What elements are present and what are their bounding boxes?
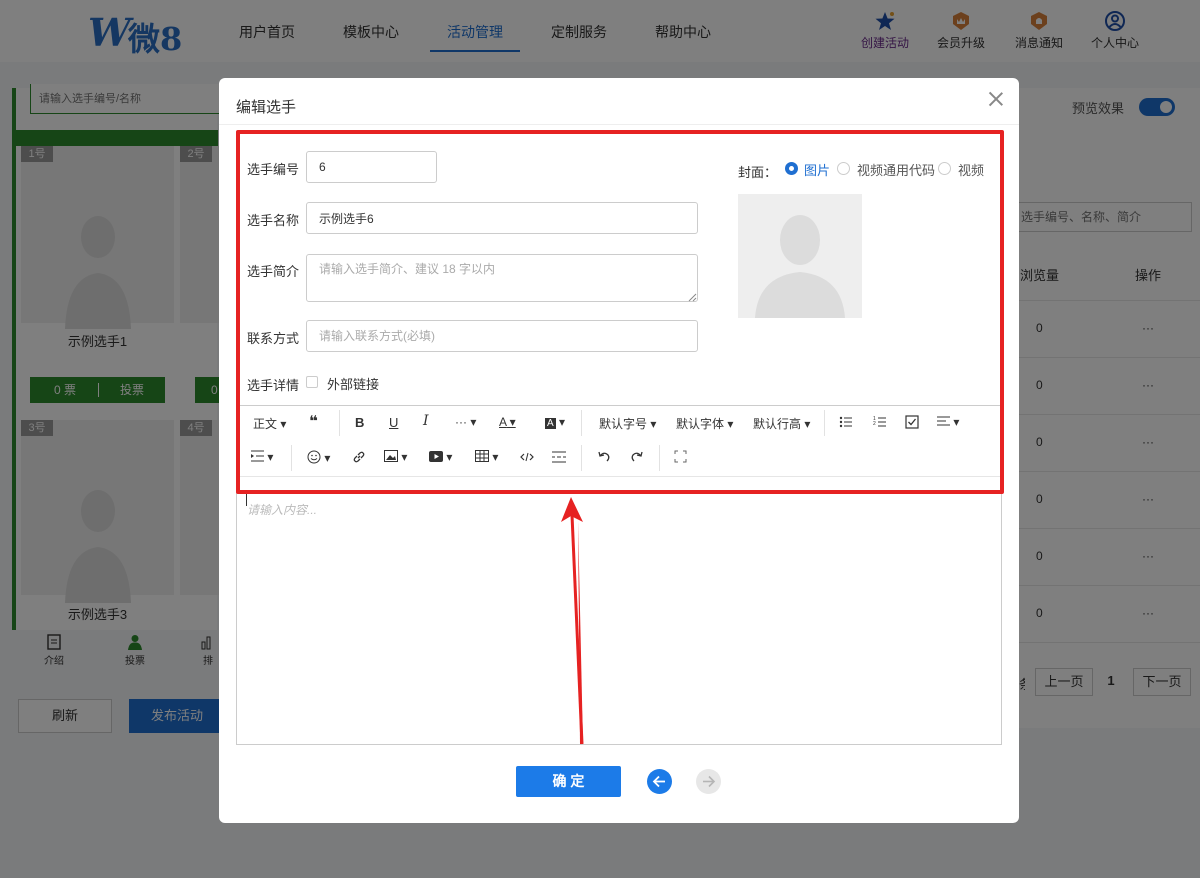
next-player-button[interactable] [696, 769, 721, 794]
previous-player-button[interactable] [647, 769, 672, 794]
confirm-button[interactable]: 确 定 [516, 766, 621, 797]
arrow-right-icon [703, 775, 716, 788]
modal-header-divider [219, 124, 1019, 125]
arrow-left-icon [652, 775, 665, 788]
highlight-box [236, 130, 1004, 494]
editor-placeholder[interactable]: 请输入内容... [247, 501, 317, 518]
modal-title: 编辑选手 [236, 99, 297, 116]
close-icon[interactable] [987, 90, 1005, 108]
